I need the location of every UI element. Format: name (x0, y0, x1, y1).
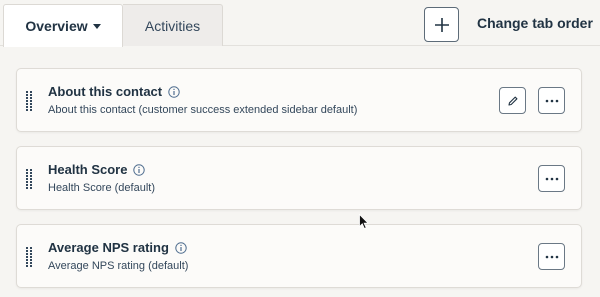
card-health-score: Health Score Health Score (default) (16, 146, 582, 210)
edit-button[interactable] (499, 87, 526, 114)
more-options-button[interactable] (538, 165, 565, 192)
drag-handle-icon[interactable] (26, 169, 32, 189)
drag-handle-icon[interactable] (26, 91, 32, 111)
card-about-this-contact: About this contact About this contact (c… (16, 68, 582, 132)
info-icon[interactable] (168, 85, 180, 98)
mouse-cursor-icon (359, 214, 369, 230)
more-options-button[interactable] (538, 87, 565, 114)
info-icon[interactable] (175, 241, 187, 254)
card-title: About this contact (48, 84, 180, 99)
drag-handle-icon[interactable] (26, 247, 32, 267)
card-title: Average NPS rating (48, 240, 187, 255)
card-title-text: Health Score (48, 162, 128, 177)
add-tab-button[interactable] (424, 7, 459, 42)
card-title-text: Average NPS rating (48, 240, 169, 255)
card-average-nps-rating: Average NPS rating Average NPS rating (d… (16, 224, 582, 288)
card-subtitle: Average NPS rating (default) (48, 260, 189, 272)
tab-bar: Overview Activities Change tab order (0, 0, 600, 47)
pencil-icon (507, 96, 517, 106)
more-options-button[interactable] (538, 243, 565, 270)
change-tab-order-button[interactable]: Change tab order (477, 15, 593, 31)
info-icon[interactable] (133, 163, 146, 176)
card-title-text: About this contact (48, 84, 163, 99)
tab-overview-label: Overview (25, 18, 88, 34)
ellipsis-icon (545, 255, 558, 258)
card-title: Health Score (48, 162, 146, 177)
caret-down-icon (92, 24, 101, 29)
sidebar-customization-panel: Overview Activities Change tab order Abo… (0, 0, 600, 297)
tab-activities[interactable]: Activities (123, 4, 223, 46)
plus-icon (434, 17, 449, 32)
ellipsis-icon (545, 99, 558, 102)
card-subtitle: Health Score (default) (48, 182, 155, 194)
card-subtitle: About this contact (customer success ext… (48, 104, 358, 116)
tab-overview[interactable]: Overview (3, 4, 123, 47)
tab-activities-label: Activities (144, 17, 201, 34)
ellipsis-icon (545, 177, 558, 180)
